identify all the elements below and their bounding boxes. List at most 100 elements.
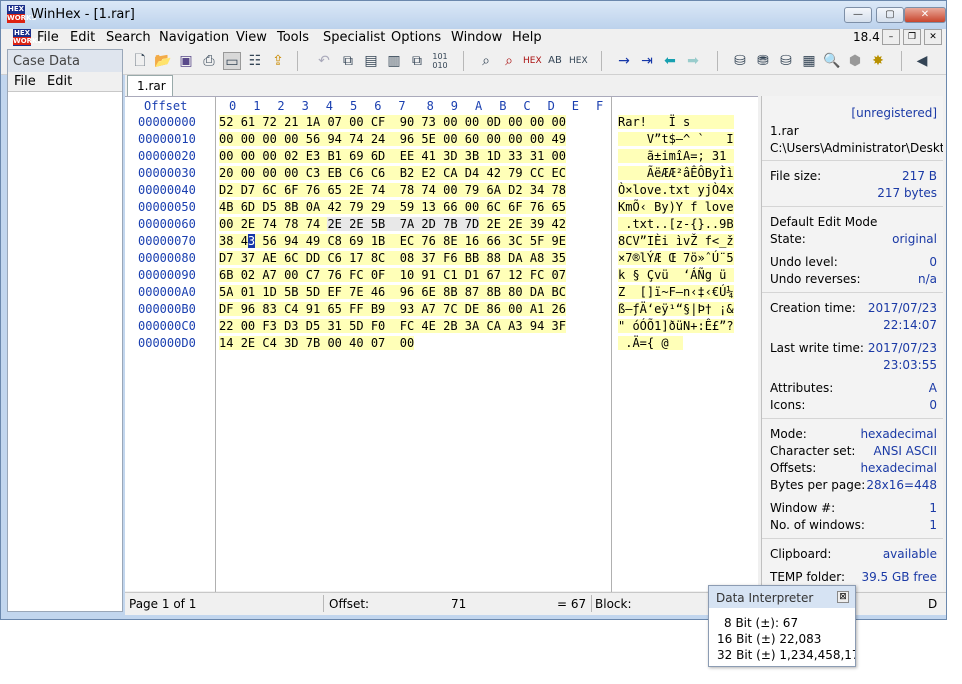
hex-byte[interactable]: B2	[399, 166, 415, 180]
hex-row[interactable]: 4B 6D D5 8B 0A 42 79 29 59 13 66 00 6C 6…	[219, 199, 566, 216]
hex-byte[interactable]: 7D	[464, 217, 480, 231]
menu-edit[interactable]: Edit	[70, 30, 95, 45]
hex-byte[interactable]: DA	[508, 251, 523, 265]
hex-byte[interactable]: 2E	[486, 217, 501, 231]
hex-row[interactable]: 00 00 00 00 56 94 74 24 96 5E 00 60 00 0…	[219, 131, 566, 148]
hex-byte[interactable]: 79	[349, 200, 364, 214]
binary-icon[interactable]: 101 010	[431, 52, 449, 70]
tab-1-rar[interactable]: 1.rar	[127, 75, 173, 96]
hex-byte[interactable]: CA	[486, 319, 501, 333]
hex-byte[interactable]: 65	[327, 183, 342, 197]
hex-byte[interactable]: 74	[305, 217, 321, 231]
hex-byte[interactable]: 00	[240, 149, 256, 163]
hex-byte[interactable]: EC	[551, 166, 566, 180]
hex-byte[interactable]: FC	[529, 268, 545, 282]
hex-byte[interactable]: 29	[370, 200, 386, 214]
hex-byte[interactable]: 74	[370, 183, 386, 197]
hex-byte[interactable]: 1A	[305, 115, 321, 129]
case-menu-edit[interactable]: Edit	[47, 74, 72, 89]
hex-byte[interactable]: 93	[399, 302, 415, 316]
hex-byte[interactable]: 1B	[370, 234, 386, 248]
hex-byte[interactable]: 5D	[349, 319, 364, 333]
hex-byte[interactable]: 88	[486, 251, 501, 265]
hex-byte[interactable]: DE	[464, 302, 480, 316]
hex-byte[interactable]: F6	[443, 251, 458, 265]
cursor-icon[interactable]: ◀	[913, 52, 931, 70]
hex-byte[interactable]: 69	[349, 149, 364, 163]
hex-byte[interactable]: BB	[464, 251, 480, 265]
hex-byte[interactable]: F3	[262, 319, 277, 333]
hex-byte[interactable]: E3	[305, 149, 321, 163]
hex-byte[interactable]: C7	[305, 268, 321, 282]
disk-icon[interactable]: ⛁	[731, 52, 749, 70]
hex-byte[interactable]: 8C	[370, 251, 386, 265]
hex-byte[interactable]: 60	[464, 132, 480, 146]
forward-icon[interactable]: ➡	[684, 52, 702, 70]
hex-byte[interactable]: 52	[219, 115, 234, 129]
hex-byte[interactable]: 91	[305, 302, 321, 316]
hex-byte[interactable]: 00	[284, 132, 299, 146]
hex-byte[interactable]: 74	[262, 217, 277, 231]
hex-byte[interactable]: 6E	[421, 285, 436, 299]
hex-byte[interactable]: 37	[421, 251, 436, 265]
hex-byte[interactable]: 2E	[508, 217, 523, 231]
hex-byte[interactable]: 6B	[219, 268, 234, 282]
hex-byte[interactable]: A7	[421, 302, 436, 316]
hex-byte[interactable]: 0F	[370, 268, 386, 282]
copy-icon[interactable]: ⧉	[339, 52, 357, 70]
hex-byte[interactable]: D5	[262, 200, 277, 214]
hex-byte[interactable]: 13	[421, 200, 436, 214]
hex-byte[interactable]: A8	[529, 251, 545, 265]
paste-block-icon[interactable]: ⧉	[408, 52, 426, 70]
hex-byte[interactable]: 7A	[399, 217, 415, 231]
hex-byte[interactable]: 8E	[443, 234, 458, 248]
hex-byte[interactable]: 0A	[305, 200, 321, 214]
hex-byte[interactable]: 5B	[284, 285, 299, 299]
hex-byte[interactable]: 91	[421, 268, 436, 282]
hex-byte[interactable]: 5D	[305, 285, 321, 299]
hex-byte[interactable]: 2E	[349, 217, 364, 231]
hex-byte[interactable]: 73	[421, 115, 436, 129]
hex-byte[interactable]: D1	[464, 268, 480, 282]
menu-specialist[interactable]: Specialist	[323, 30, 385, 45]
hex-byte[interactable]: 6C	[486, 200, 501, 214]
hex-byte[interactable]: A1	[529, 302, 545, 316]
hex-byte[interactable]: 00	[508, 132, 523, 146]
replace-hex-icon[interactable]: HEX	[569, 52, 588, 70]
hex-byte[interactable]: D5	[305, 319, 321, 333]
hex-byte[interactable]: 3F	[551, 319, 566, 333]
hex-byte[interactable]: 46	[370, 285, 386, 299]
find-text-icon[interactable]: ⌕	[500, 52, 518, 70]
hex-row[interactable]: DF 96 83 C4 91 65 FF B9 93 A7 7C DE 86 0…	[219, 301, 566, 318]
hex-byte[interactable]: 76	[305, 183, 321, 197]
hex-byte[interactable]: 1D	[262, 285, 277, 299]
hex-byte[interactable]: 00	[327, 336, 342, 350]
hex-byte[interactable]: 5A	[219, 285, 234, 299]
hex-row[interactable]: 6B 02 A7 00 C7 76 FC 0F 10 91 C1 D1 67 1…	[219, 267, 566, 284]
hex-byte[interactable]: 6C	[262, 183, 277, 197]
hex-byte[interactable]: D7	[219, 251, 234, 265]
hex-byte[interactable]: C3	[305, 166, 321, 180]
hex-byte[interactable]: 67	[486, 268, 501, 282]
hex-byte[interactable]: 00	[508, 302, 523, 316]
hex-byte[interactable]: 2E	[327, 217, 342, 231]
data-interpreter-window[interactable]: Data Interpreter ⊠ 8 Bit (±): 67 16 Bit …	[708, 585, 856, 667]
hex-byte[interactable]: 61	[240, 115, 256, 129]
hex-byte[interactable]: A7	[262, 268, 277, 282]
hex-byte[interactable]: 6A	[486, 183, 501, 197]
hex-byte[interactable]: DA	[529, 285, 545, 299]
hex-byte[interactable]: 35	[551, 251, 566, 265]
hex-byte[interactable]: 96	[399, 132, 415, 146]
hex-byte[interactable]: 87	[464, 285, 480, 299]
hex-byte[interactable]: 74	[349, 132, 364, 146]
hex-byte[interactable]: 07	[370, 336, 386, 350]
hex-byte[interactable]: 42	[327, 200, 342, 214]
hex-byte[interactable]: A3	[508, 319, 523, 333]
text-row[interactable]: ÃëÆÆ²âÊÔByÌì	[618, 165, 734, 182]
hex-row[interactable]: 22 00 F3 D3 D5 31 5D F0 FC 4E 2B 3A CA A…	[219, 318, 566, 335]
hex-byte[interactable]: 78	[399, 183, 415, 197]
hex-row[interactable]: 14 2E C4 3D 7B 00 40 07 00	[219, 335, 566, 352]
hex-byte[interactable]: 5B	[370, 217, 386, 231]
hex-byte[interactable]: DD	[305, 251, 321, 265]
text-row-content[interactable]: 8CV”IÈi ìvŽ f<_ž	[618, 234, 734, 248]
